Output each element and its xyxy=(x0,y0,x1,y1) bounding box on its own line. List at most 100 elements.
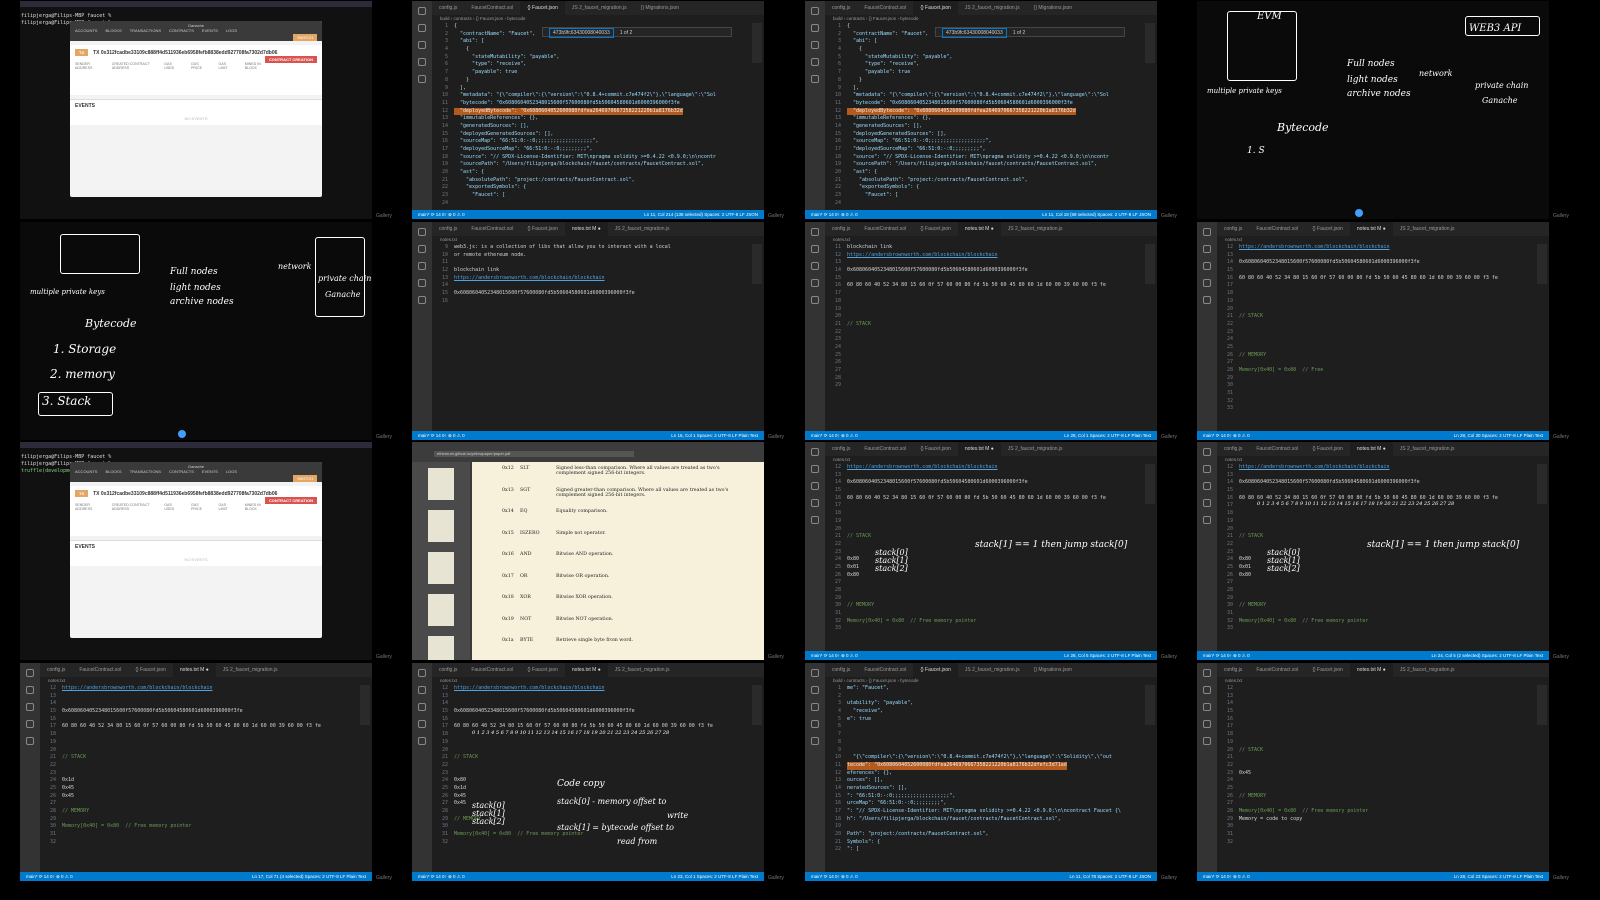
editor-tab[interactable]: notes.txt M ● xyxy=(564,663,608,677)
editor-tab[interactable]: notes.txt M ● xyxy=(957,442,1001,456)
cursor-status[interactable]: Ln 11, Col 18 (58 selected) Spaces: 2 UT… xyxy=(1042,210,1151,219)
code-area[interactable]: 9 web3.js: is a collection of libs that a… xyxy=(432,244,752,431)
files-icon[interactable] xyxy=(811,228,819,236)
editor-tab[interactable]: notes.txt M ● xyxy=(1349,222,1393,236)
run-debug-icon[interactable] xyxy=(1203,499,1211,507)
video-frame[interactable]: filipjerga@Filips-MBP faucet % filipjerga… xyxy=(20,1,372,219)
find-widget[interactable]: 473b9fc63430008040033 1 of 2 xyxy=(542,27,732,38)
editor-tab[interactable]: FaucetContract.sol xyxy=(857,442,913,456)
editor-tab[interactable]: {} Faucet.json xyxy=(1305,222,1350,236)
find-widget[interactable]: 473b9fc63430008040033 1 of 2 xyxy=(935,27,1125,38)
code-area[interactable]: 12 https://andersbrownworth.com/blockchai… xyxy=(1217,244,1537,431)
page-thumbnail[interactable] xyxy=(428,594,454,626)
video-frame[interactable]: config.js FaucetContract.sol{} Faucet.jso… xyxy=(805,1,1157,219)
editor-tab[interactable]: FaucetContract.sol xyxy=(1249,222,1305,236)
editor-tab[interactable]: notes.txt M ● xyxy=(1349,663,1393,677)
search-icon[interactable] xyxy=(418,24,426,32)
files-icon[interactable] xyxy=(811,7,819,15)
cursor-status[interactable]: Ln 28, Col 30 Spaces: 2 UTF-8 LF Plain T… xyxy=(1454,431,1543,440)
editor-tab[interactable]: config.js xyxy=(825,442,857,456)
editor-tab[interactable]: {} Faucet.json xyxy=(520,1,565,15)
git-branch[interactable]: main* ⟳ 14 0↑ ⊗ 0 ⚠ 0 xyxy=(26,872,73,881)
extensions-icon[interactable] xyxy=(811,75,819,83)
git-branch[interactable]: main* ⟳ 14 0↑ ⊗ 0 ⚠ 0 xyxy=(418,210,465,219)
extensions-icon[interactable] xyxy=(418,737,426,745)
editor-tab[interactable]: JS 2_faucet_migration.js xyxy=(1001,442,1070,456)
search-icon[interactable] xyxy=(418,245,426,253)
editor-tab[interactable]: config.js xyxy=(825,663,857,677)
ganache-tab[interactable]: LOGS xyxy=(226,469,237,474)
ganache-window[interactable]: Ganache ACCOUNTS BLOCKS TRANSACTIONS CONTRAC… xyxy=(70,21,322,197)
search-icon[interactable] xyxy=(1203,686,1211,694)
editor-tab[interactable]: {} Migrations.json xyxy=(634,1,686,15)
search-icon[interactable] xyxy=(811,686,819,694)
video-frame[interactable]: config.js FaucetContract.sol{} Faucet.jso… xyxy=(412,1,764,219)
ganache-tab[interactable]: EVENTS xyxy=(202,469,218,474)
video-frame[interactable]: config.js FaucetContract.sol{} Faucet.jso… xyxy=(805,222,1157,440)
editor-tab[interactable]: config.js xyxy=(1217,663,1249,677)
run-debug-icon[interactable] xyxy=(811,58,819,66)
search-icon[interactable] xyxy=(418,686,426,694)
files-icon[interactable] xyxy=(1203,669,1211,677)
editor-tab[interactable]: FaucetContract.sol xyxy=(464,222,520,236)
run-debug-icon[interactable] xyxy=(418,279,426,287)
find-input[interactable]: 473b9fc63430008040033 xyxy=(942,28,1007,38)
editor-tab[interactable]: JS 2_faucet_migration.js xyxy=(565,1,634,15)
editor-tab[interactable]: {} Faucet.json xyxy=(913,442,958,456)
editor-tab[interactable]: FaucetContract.sol xyxy=(857,222,913,236)
minimap[interactable] xyxy=(1145,244,1155,284)
transaction-card[interactable]: TX TX 0x312fcadbe33109c888ff4d511936eb695… xyxy=(70,486,322,536)
extensions-icon[interactable] xyxy=(811,516,819,524)
source-control-icon[interactable] xyxy=(418,41,426,49)
page-thumbnail[interactable] xyxy=(428,552,454,584)
video-frame[interactable]: config.js FaucetContract.sol{} Faucet.jso… xyxy=(1197,663,1549,881)
editor-tab[interactable]: config.js xyxy=(432,663,464,677)
editor-tab[interactable]: FaucetContract.sol xyxy=(464,663,520,677)
editor-tab[interactable]: FaucetContract.sol xyxy=(1249,442,1305,456)
editor-tab[interactable]: config.js xyxy=(432,222,464,236)
editor-tab[interactable]: JS 2_faucet_migration.js xyxy=(958,1,1027,15)
cursor-status[interactable]: Ln 16, Col 1 Spaces: 2 UTF-8 LF Plain Te… xyxy=(671,431,758,440)
ganache-tab[interactable]: CONTRACTS xyxy=(169,28,194,33)
extensions-icon[interactable] xyxy=(1203,296,1211,304)
code-area[interactable]: 1{2 "contractName": "Faucet", 3 "abi": [4… xyxy=(825,23,1145,210)
minimap[interactable] xyxy=(1145,23,1155,63)
minimap[interactable] xyxy=(360,685,370,725)
git-branch[interactable]: main* ⟳ 14 0↑ ⊗ 0 ⚠ 0 xyxy=(811,431,858,440)
cursor-status[interactable]: Ln 11, Col 78 Spaces: 2 UTF-8 LF JSON xyxy=(1070,872,1151,881)
git-branch[interactable]: main* ⟳ 14 0↑ ⊗ 0 ⚠ 0 xyxy=(811,651,858,660)
files-icon[interactable] xyxy=(811,448,819,456)
git-branch[interactable]: main* ⟳ 14 0↑ ⊗ 0 ⚠ 0 xyxy=(1203,872,1250,881)
cursor-status[interactable]: Ln 28, Col 5 Spaces: 2 UTF-8 LF Plain Te… xyxy=(1064,651,1151,660)
editor-tab[interactable]: {} Migrations.json xyxy=(1027,663,1079,677)
ganache-tab[interactable]: EVENTS xyxy=(202,28,218,33)
git-branch[interactable]: main* ⟳ 14 0↑ ⊗ 0 ⚠ 0 xyxy=(811,872,858,881)
files-icon[interactable] xyxy=(418,7,426,15)
editor-tab[interactable]: JS 2_faucet_migration.js xyxy=(1001,222,1070,236)
code-area[interactable]: 12 https://andersbrownworth.com/blockchai… xyxy=(40,685,360,872)
source-control-icon[interactable] xyxy=(811,482,819,490)
switch-button[interactable]: SWITCH xyxy=(293,34,317,41)
editor-tab[interactable]: {} Faucet.json xyxy=(1305,663,1350,677)
source-control-icon[interactable] xyxy=(1203,262,1211,270)
editor-tab[interactable]: config.js xyxy=(40,663,72,677)
files-icon[interactable] xyxy=(1203,228,1211,236)
editor-tab[interactable]: JS 2_faucet_migration.js xyxy=(608,222,677,236)
extensions-icon[interactable] xyxy=(418,75,426,83)
editor-tab[interactable]: notes.txt M ● xyxy=(172,663,216,677)
run-debug-icon[interactable] xyxy=(418,720,426,728)
source-control-icon[interactable] xyxy=(811,262,819,270)
run-debug-icon[interactable] xyxy=(1203,279,1211,287)
page-thumbnail[interactable] xyxy=(428,510,454,542)
editor-tab[interactable]: notes.txt M ● xyxy=(564,222,608,236)
switch-button[interactable]: SWITCH xyxy=(293,475,317,482)
editor-tab[interactable]: config.js xyxy=(825,222,857,236)
editor-tab[interactable]: config.js xyxy=(1217,442,1249,456)
video-frame[interactable]: config.js FaucetContract.sol{} Faucet.jso… xyxy=(412,222,764,440)
source-control-icon[interactable] xyxy=(1203,482,1211,490)
editor-tab[interactable]: {} Migrations.json xyxy=(1027,1,1079,15)
search-icon[interactable] xyxy=(1203,465,1211,473)
search-icon[interactable] xyxy=(811,465,819,473)
editor-tab[interactable]: config.js xyxy=(1217,222,1249,236)
editor-tab[interactable]: {} Faucet.json xyxy=(913,663,958,677)
